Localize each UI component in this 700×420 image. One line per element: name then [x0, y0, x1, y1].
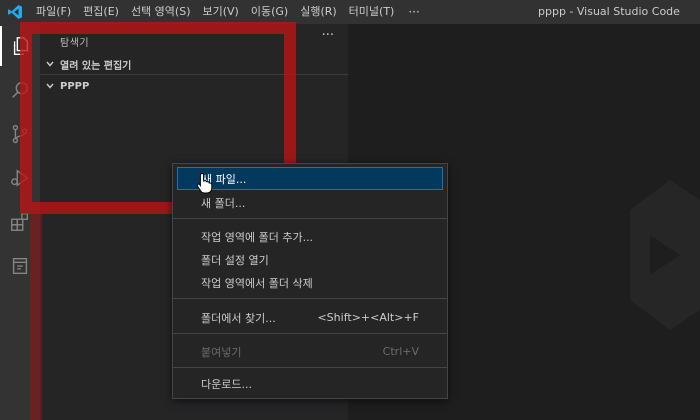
annotation-highlight-bar [30, 214, 42, 420]
menu-separator [173, 298, 447, 299]
vscode-watermark-icon [630, 180, 700, 334]
menu-run[interactable]: 실행(R) [294, 0, 342, 24]
menu-terminal[interactable]: 터미널(T) [343, 0, 401, 24]
menu-view[interactable]: 보기(V) [196, 0, 244, 24]
menu-item-label: 폴더에서 찾기... [201, 311, 276, 325]
window-title: pppp - Visual Studio Code [538, 5, 680, 18]
menu-more-button[interactable]: ··· [400, 0, 427, 24]
menu-item-label: 폴더 설정 열기 [201, 253, 269, 267]
menu-selection[interactable]: 선택 영역(S) [125, 0, 197, 24]
hand-cursor-icon [196, 172, 214, 198]
menu-item-remove-folder[interactable]: 작업 영역에서 폴더 삭제 [177, 271, 443, 294]
menu-separator [173, 333, 447, 334]
menu-item-shortcut: <Shift>+<Alt>+F [317, 311, 419, 324]
menu-item-label: 붙여넣기 [201, 345, 242, 359]
menu-item-paste: 붙여넣기 Ctrl+V [177, 340, 443, 363]
menu-item-find-in-folder[interactable]: 폴더에서 찾기... <Shift>+<Alt>+F [177, 306, 443, 329]
menu-edit[interactable]: 편집(E) [77, 0, 125, 24]
menu-item-label: 작업 영역에 폴더 추가... [201, 230, 314, 244]
menu-item-shortcut: Ctrl+V [382, 345, 419, 358]
title-bar: 파일(F) 편집(E) 선택 영역(S) 보기(V) 이동(G) 실행(R) 터… [0, 0, 700, 24]
menu-item-add-folder[interactable]: 작업 영역에 폴더 추가... [177, 225, 443, 248]
menu-bar: 파일(F) 편집(E) 선택 영역(S) 보기(V) 이동(G) 실행(R) 터… [30, 0, 428, 24]
menu-go[interactable]: 이동(G) [245, 0, 294, 24]
menu-item-new-file[interactable]: 새 파일... [177, 167, 443, 190]
menu-separator [173, 367, 447, 368]
menu-item-download[interactable]: 다운로드... [177, 372, 443, 395]
menu-item-new-folder[interactable]: 새 폴더... [177, 191, 443, 214]
sidebar-more-button[interactable]: ··· [322, 28, 334, 43]
vscode-logo-icon [0, 0, 30, 24]
menu-item-label: 작업 영역에서 폴더 삭제 [201, 276, 313, 290]
context-menu: 새 파일... 새 폴더... 작업 영역에 폴더 추가... 폴더 설정 열기… [172, 163, 448, 399]
menu-item-label: 다운로드... [201, 377, 252, 391]
menu-item-open-folder-settings[interactable]: 폴더 설정 열기 [177, 248, 443, 271]
menu-separator [173, 218, 447, 219]
menu-file[interactable]: 파일(F) [30, 0, 77, 24]
